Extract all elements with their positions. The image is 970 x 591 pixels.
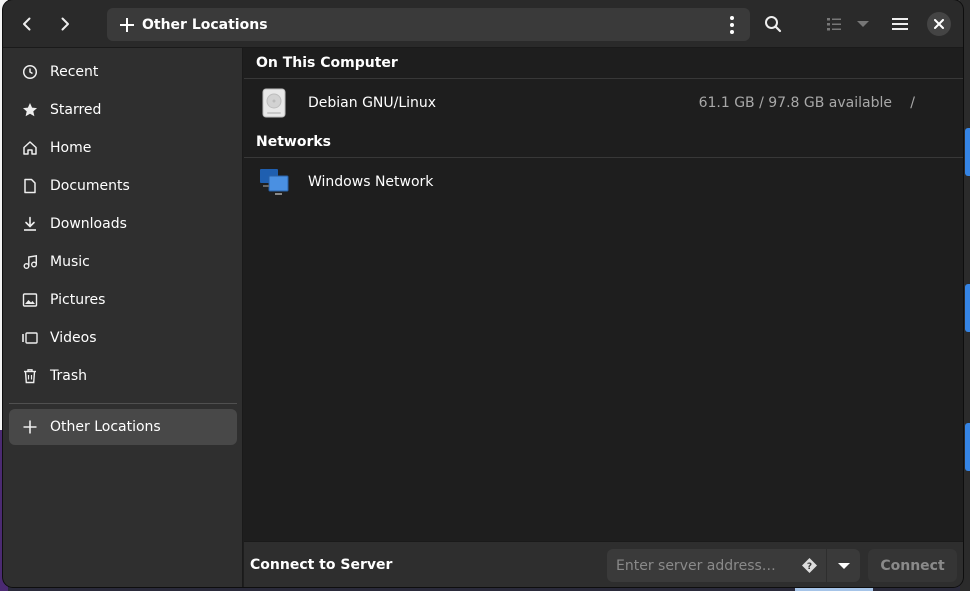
server-address-input[interactable] — [616, 557, 796, 574]
home-icon — [22, 140, 38, 156]
sidebar-item-videos[interactable]: Videos — [9, 320, 237, 356]
sidebar-item-label: Downloads — [50, 216, 127, 232]
connect-to-server-bar: Connect to Server ? Connect — [244, 541, 963, 587]
network-computers-icon — [260, 169, 289, 195]
plus-icon — [22, 419, 38, 435]
go-next-icon — [61, 17, 69, 31]
sidebar-item-pictures[interactable]: Pictures — [9, 282, 237, 318]
close-icon — [934, 19, 944, 29]
document-icon — [22, 178, 38, 194]
sidebar-item-home[interactable]: Home — [9, 130, 237, 166]
sidebar-item-label: Videos — [50, 330, 97, 346]
sidebar-item-downloads[interactable]: Downloads — [9, 206, 237, 242]
background-tab — [965, 128, 970, 176]
chevron-down-icon — [857, 21, 869, 27]
background-tab — [965, 423, 970, 471]
hard-drive-icon — [262, 88, 286, 118]
background-tab — [965, 284, 970, 332]
picture-icon — [22, 292, 38, 308]
file-manager-window: Other Locations Recent Starred Home Docu… — [3, 0, 963, 587]
view-mode-button[interactable] — [821, 8, 847, 40]
drive-name: Debian GNU/Linux — [308, 95, 437, 111]
close-button[interactable] — [927, 12, 951, 36]
list-item-drive[interactable]: Debian GNU/Linux 61.1 GB / 97.8 GB avail… — [244, 79, 963, 127]
view-options-button[interactable] — [851, 8, 875, 40]
search-button[interactable] — [757, 8, 789, 40]
sidebar-item-other-locations[interactable]: Other Locations — [9, 409, 237, 445]
download-icon — [22, 216, 38, 232]
svg-text:?: ? — [807, 562, 812, 572]
plus-icon — [119, 17, 135, 33]
location-bar[interactable]: Other Locations — [107, 8, 750, 41]
clock-icon — [22, 64, 38, 80]
help-icon[interactable]: ? — [801, 557, 818, 574]
locations-view: On This Computer Debian GNU/Linux 61.1 G… — [244, 48, 963, 540]
location-menu-button[interactable] — [724, 16, 740, 34]
back-button[interactable] — [11, 8, 43, 40]
sidebar-item-recent[interactable]: Recent — [9, 54, 237, 90]
sidebar-item-label: Other Locations — [50, 419, 161, 435]
main-menu-button[interactable] — [884, 8, 916, 40]
sidebar-item-music[interactable]: Music — [9, 244, 237, 280]
sidebar-separator — [9, 403, 237, 404]
star-icon — [22, 102, 38, 118]
list-view-icon — [827, 18, 841, 31]
sidebar-item-label: Trash — [50, 368, 87, 384]
sidebar-item-label: Recent — [50, 64, 99, 80]
drive-mount-point: / — [910, 95, 915, 111]
recent-servers-dropdown[interactable] — [827, 549, 860, 582]
sidebar-item-trash[interactable]: Trash — [9, 358, 237, 394]
drive-capacity: 61.1 GB / 97.8 GB available — [698, 95, 892, 111]
section-heading-networks: Networks — [256, 134, 332, 150]
location-label: Other Locations — [142, 16, 268, 33]
sidebar-item-label: Starred — [50, 102, 102, 118]
sidebar-item-label: Music — [50, 254, 90, 270]
section-heading-computer: On This Computer — [256, 55, 398, 71]
sidebar-item-label: Home — [50, 140, 92, 156]
chevron-down-icon — [837, 562, 850, 569]
sidebar-item-documents[interactable]: Documents — [9, 168, 237, 204]
connect-to-server-label: Connect to Server — [250, 557, 393, 573]
network-name: Windows Network — [308, 174, 434, 190]
connect-button[interactable]: Connect — [868, 549, 957, 582]
search-icon — [765, 16, 782, 33]
header-bar: Other Locations — [3, 0, 963, 48]
go-previous-icon — [23, 17, 31, 31]
server-address-field[interactable]: ? — [607, 549, 826, 582]
background-strip — [795, 587, 873, 591]
forward-button[interactable] — [49, 8, 81, 40]
sidebar-item-label: Pictures — [50, 292, 106, 308]
video-icon — [22, 330, 38, 346]
sidebar-item-label: Documents — [50, 178, 130, 194]
trash-icon — [22, 368, 38, 384]
sidebar: Recent Starred Home Documents Downloads — [3, 48, 243, 587]
music-icon — [22, 254, 38, 270]
sidebar-item-starred[interactable]: Starred — [9, 92, 237, 128]
hamburger-menu-icon — [892, 18, 908, 30]
list-item-network[interactable]: Windows Network — [244, 158, 963, 206]
